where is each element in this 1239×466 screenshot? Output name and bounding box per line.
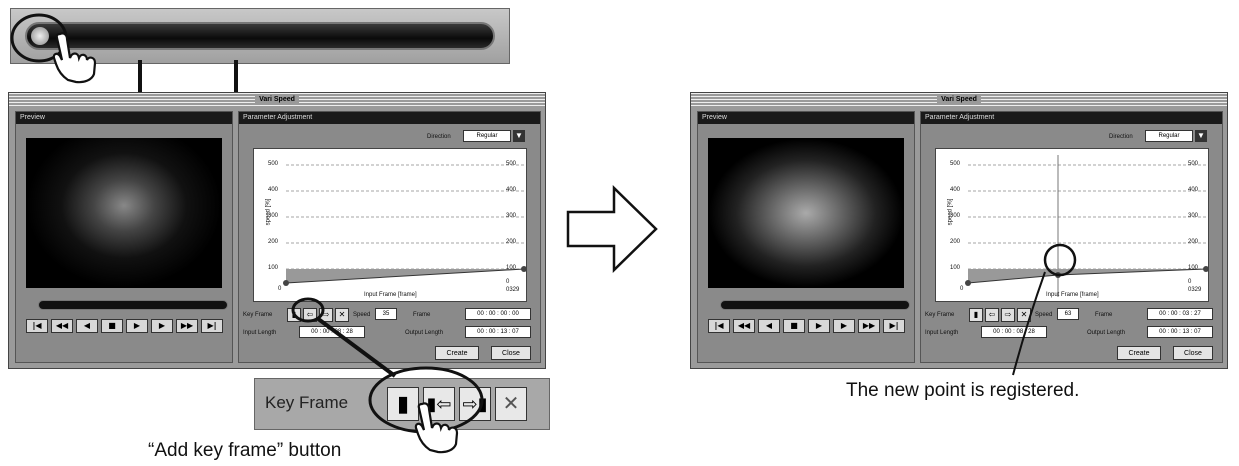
y-tick-right-400: 400 [506, 187, 517, 193]
go-to-end-button[interactable]: ▶| [883, 319, 905, 333]
step-forward-button[interactable]: ▶ [151, 319, 173, 333]
parameter-title: Parameter Adjustment [239, 112, 540, 124]
x-tick-end: 0329 [1188, 287, 1202, 293]
go-to-start-button[interactable]: |◀ [708, 319, 730, 333]
y-tick-400: 400 [950, 187, 961, 193]
transport-controls: |◀ ◀◀ ◀ ■ ▶ ▶ ▶▶ ▶| [26, 319, 223, 333]
close-button[interactable]: Close [491, 346, 531, 360]
x-tick-start: 0 [960, 286, 964, 292]
speed-input[interactable]: 63 [1057, 308, 1079, 320]
y-tick-right-300: 300 [506, 213, 517, 219]
y-tick-right-400: 400 [1188, 187, 1199, 193]
frame-input[interactable]: 00 : 00 : 00 : 00 [465, 308, 531, 320]
fast-rewind-button[interactable]: ◀◀ [733, 319, 755, 333]
y-tick-200: 200 [950, 239, 961, 245]
preview-slider[interactable] [720, 300, 910, 310]
parameter-title: Parameter Adjustment [921, 112, 1222, 124]
y-tick-200: 200 [268, 239, 279, 245]
output-length-field: 00 : 00 : 13 : 07 [1147, 326, 1213, 338]
close-button[interactable]: Close [1173, 346, 1213, 360]
pointing-hand-icon [52, 32, 97, 84]
preview-image [708, 138, 904, 288]
vari-speed-window-left: Vari Speed Preview |◀ ◀◀ ◀ ■ ▶ ▶ ▶▶ ▶| P… [8, 92, 546, 369]
chevron-down-icon[interactable]: ▼ [513, 130, 525, 142]
y-tick-right-500: 500 [506, 161, 517, 167]
step-back-button[interactable]: ◀ [758, 319, 780, 333]
direction-select[interactable]: Regular [1145, 130, 1193, 142]
preview-image [26, 138, 222, 288]
y-tick-400: 400 [268, 187, 279, 193]
chevron-down-icon[interactable]: ▼ [1195, 130, 1207, 142]
add-key-frame-caption: “Add key frame” button [148, 440, 342, 461]
preview-slider[interactable] [38, 300, 228, 310]
step-forward-button[interactable]: ▶ [833, 319, 855, 333]
create-button[interactable]: Create [1117, 346, 1161, 360]
y-tick-100: 100 [950, 265, 961, 271]
transport-controls: |◀ ◀◀ ◀ ■ ▶ ▶ ▶▶ ▶| [708, 319, 905, 333]
output-length-label: Output Length [1087, 330, 1126, 336]
y-tick-500: 500 [268, 161, 279, 167]
direction-label: Direction [1109, 134, 1133, 140]
zoomed-key-frame-label: Key Frame [265, 393, 349, 412]
frame-input[interactable]: 00 : 00 : 03 : 27 [1147, 308, 1213, 320]
y-tick-100: 100 [268, 265, 279, 271]
play-button[interactable]: ▶ [126, 319, 148, 333]
y-tick-right-200: 200 [506, 239, 517, 245]
y-axis-label: speed [%] [947, 198, 954, 226]
create-button[interactable]: Create [435, 346, 479, 360]
frame-label: Frame [1095, 312, 1113, 318]
fast-forward-button[interactable]: ▶▶ [858, 319, 880, 333]
step-back-button[interactable]: ◀ [76, 319, 98, 333]
frame-label: Frame [413, 312, 431, 318]
preview-panel: Preview |◀ ◀◀ ◀ ■ ▶ ▶ ▶▶ ▶| [697, 111, 915, 363]
input-length-label: Input Length [243, 330, 277, 336]
go-to-start-button[interactable]: |◀ [26, 319, 48, 333]
y-axis-label: speed [%] [265, 198, 272, 226]
vari-speed-window-right: Vari Speed Preview |◀ ◀◀ ◀ ■ ▶ ▶ ▶▶ ▶| P… [690, 92, 1228, 369]
output-length-field: 00 : 00 : 13 : 07 [465, 326, 531, 338]
y-tick-right-200: 200 [1188, 239, 1199, 245]
preview-panel: Preview |◀ ◀◀ ◀ ■ ▶ ▶ ▶▶ ▶| [15, 111, 233, 363]
input-length-label: Input Length [925, 330, 959, 336]
stop-button[interactable]: ■ [783, 319, 805, 333]
right-arrow-icon [566, 185, 658, 273]
speed-graph[interactable]: 500 400 300 200 100 0 500 400 300 200 10… [253, 148, 527, 302]
fast-rewind-button[interactable]: ◀◀ [51, 319, 73, 333]
pointing-hand-icon-bottom [414, 402, 459, 454]
parameter-panel: Parameter Adjustment Direction Regular ▼… [920, 111, 1223, 363]
window-title: Vari Speed [9, 93, 545, 106]
add-key-frame-button[interactable]: ▮ [969, 308, 983, 322]
y-tick-right-0: 0 [1188, 279, 1192, 285]
preview-title: Preview [16, 112, 232, 124]
key-frame-label: Key Frame [925, 312, 955, 318]
preview-title: Preview [698, 112, 914, 124]
y-tick-right-0: 0 [506, 279, 510, 285]
y-tick-500: 500 [950, 161, 961, 167]
registered-caption: The new point is registered. [846, 380, 1080, 401]
direction-label: Direction [427, 134, 451, 140]
y-tick-right-500: 500 [1188, 161, 1199, 167]
stop-button[interactable]: ■ [101, 319, 123, 333]
x-tick-end: 0329 [506, 287, 520, 293]
delete-key-frame-icon[interactable]: ✕ [495, 387, 527, 421]
y-tick-right-300: 300 [1188, 213, 1199, 219]
x-axis-label: Input Frame [frame] [364, 292, 417, 298]
play-button[interactable]: ▶ [808, 319, 830, 333]
prev-key-frame-button[interactable]: ⇦ [985, 308, 999, 322]
window-title: Vari Speed [691, 93, 1227, 106]
new-point-pointer [1012, 271, 1046, 376]
x-tick-start: 0 [278, 286, 282, 292]
y-tick-right-100: 100 [1188, 265, 1199, 271]
key-frame-label: Key Frame [243, 312, 273, 318]
fast-forward-button[interactable]: ▶▶ [176, 319, 198, 333]
go-to-end-button[interactable]: ▶| [201, 319, 223, 333]
direction-select[interactable]: Regular [463, 130, 511, 142]
y-tick-right-100: 100 [506, 265, 517, 271]
